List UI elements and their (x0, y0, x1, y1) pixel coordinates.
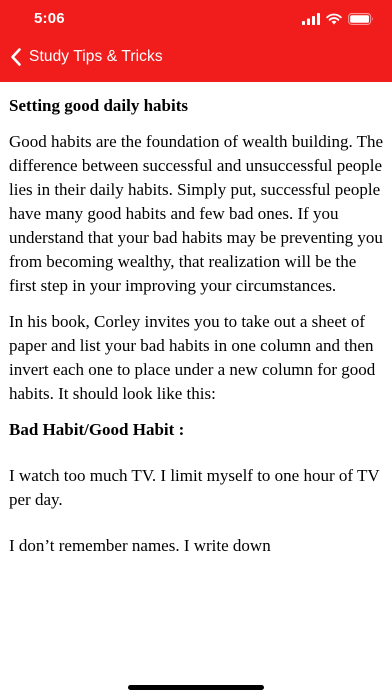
cellular-signal-icon (302, 13, 320, 25)
navigation-bar: Study Tips & Tricks (0, 40, 392, 74)
nav-title: Study Tips & Tricks (29, 48, 163, 65)
habit-line: I watch too much TV. I limit myself to o… (9, 466, 380, 509)
status-time: 5:06 (34, 10, 65, 27)
app-header: 5:06 Study Tips & Tricks (0, 0, 392, 82)
article-content: Setting good daily habits Good habits ar… (9, 82, 387, 558)
article-paragraph: Good habits are the foundation of wealth… (9, 132, 384, 295)
back-button[interactable]: Study Tips & Tricks (0, 47, 163, 67)
habit-line: I don’t remember names. I write down (9, 536, 271, 555)
habit-table-heading: Bad Habit/Good Habit : (9, 420, 185, 439)
battery-icon (348, 13, 373, 25)
status-icons (302, 12, 374, 26)
article-heading: Setting good daily habits (9, 96, 189, 115)
wifi-icon (326, 13, 342, 25)
status-bar: 5:06 (0, 0, 392, 40)
article-paragraph: In his book, Corley invites you to take … (9, 312, 376, 403)
chevron-left-icon (11, 48, 21, 66)
home-indicator (128, 685, 264, 690)
